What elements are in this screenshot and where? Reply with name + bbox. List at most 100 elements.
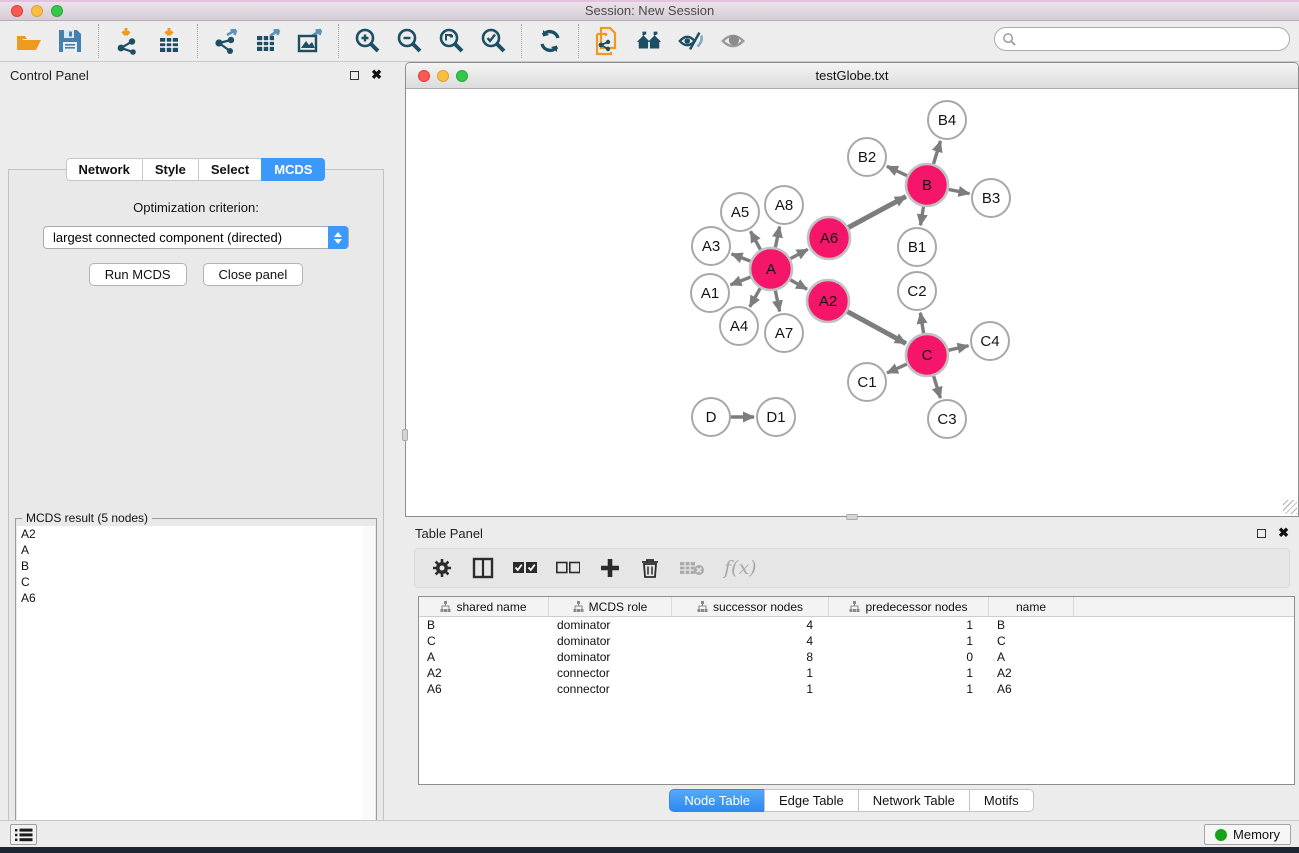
home-button[interactable] [635,27,663,55]
export-image-button[interactable] [296,27,324,55]
unselect-all-columns-button[interactable] [556,561,580,575]
mcds-result-item[interactable]: A6 [17,590,362,606]
column-header-MCDS-role[interactable]: MCDS role [549,597,672,616]
graph-edge-B-B3[interactable] [948,189,970,193]
graph-edge-C-C2[interactable] [920,313,923,335]
graph-edge-A-A8[interactable] [775,227,779,249]
run-mcds-button[interactable]: Run MCDS [89,263,187,286]
cell-shared-name[interactable]: B [419,617,549,633]
graph-edge-B-B2[interactable] [887,166,908,176]
cell-shared-name[interactable]: A2 [419,665,549,681]
graph-node-B[interactable]: B [906,164,948,206]
import-table-button[interactable] [155,27,183,55]
zoom-selected-button[interactable] [479,27,507,55]
search-input[interactable] [1017,32,1289,46]
graph-node-C3[interactable]: C3 [928,400,966,438]
graph-node-C1[interactable]: C1 [848,363,886,401]
tab-mcds[interactable]: MCDS [261,158,325,181]
column-header-shared-name[interactable]: shared name [419,597,549,616]
mcds-result-item[interactable]: A [17,542,362,558]
cell-MCDS-role[interactable]: dominator [549,633,672,649]
graph-edge-A2-C[interactable] [846,311,905,343]
graph-edge-C-C3[interactable] [933,375,940,398]
graph-edge-A-A5[interactable] [751,231,761,250]
window-resize-grip[interactable] [1283,500,1297,514]
mcds-result-item[interactable]: C [17,574,362,590]
graph-node-A8[interactable]: A8 [765,186,803,224]
graph-node-A3[interactable]: A3 [692,227,730,265]
cell-predecessor-nodes[interactable]: 1 [829,665,989,681]
network-minimize-button[interactable] [437,70,449,82]
column-header-successor-nodes[interactable]: successor nodes [672,597,829,616]
close-panel-button[interactable]: Close panel [203,263,304,286]
graph-edge-C-C1[interactable] [887,364,908,373]
graph-node-A6[interactable]: A6 [808,217,850,259]
zoom-fit-button[interactable] [437,27,465,55]
graph-node-C2[interactable]: C2 [898,272,936,310]
graph-edge-A-A6[interactable] [790,249,808,259]
open-file-button[interactable] [14,27,42,55]
table-row-A2[interactable]: A2connector11A2 [419,665,1294,681]
graph-edge-A-A2[interactable] [789,279,807,289]
splitter-grip-left[interactable] [402,429,408,441]
graph-edge-C-C4[interactable] [947,346,968,351]
memory-button[interactable]: Memory [1204,824,1291,845]
function-builder-button[interactable]: f(x) [724,557,757,579]
graph-node-B4[interactable]: B4 [928,101,966,139]
column-header-name[interactable]: name [989,597,1074,616]
tab-motifs[interactable]: Motifs [969,789,1034,812]
table-row-A[interactable]: Adominator80A [419,649,1294,665]
graph-node-D[interactable]: D [692,398,730,436]
cell-MCDS-role[interactable]: dominator [549,617,672,633]
graph-node-A5[interactable]: A5 [721,193,759,231]
close-table-panel-icon[interactable]: ✖ [1278,525,1289,541]
network-close-button[interactable] [418,70,430,82]
save-session-button[interactable] [56,27,84,55]
cell-name[interactable]: A [989,649,1074,665]
delete-table-button[interactable] [679,559,705,577]
apply-layout-button[interactable] [536,27,564,55]
graph-node-C[interactable]: C [906,334,948,376]
import-network-button[interactable] [113,27,141,55]
cell-successor-nodes[interactable]: 4 [672,633,829,649]
show-columns-button[interactable] [472,557,494,579]
tab-edge-table[interactable]: Edge Table [764,789,859,812]
graph-node-C4[interactable]: C4 [971,322,1009,360]
export-network-button[interactable] [212,27,240,55]
result-scrollbar[interactable] [362,526,375,853]
cell-MCDS-role[interactable]: connector [549,681,672,697]
graph-node-B3[interactable]: B3 [972,179,1010,217]
tab-network[interactable]: Network [66,158,143,181]
create-column-button[interactable] [599,557,621,579]
graph-edge-A-A7[interactable] [775,290,779,312]
mcds-result-item[interactable]: A2 [17,526,362,542]
tab-node-table[interactable]: Node Table [669,789,765,812]
table-row-A6[interactable]: A6connector11A6 [419,681,1294,697]
cell-predecessor-nodes[interactable]: 1 [829,681,989,697]
criterion-dropdown[interactable]: largest connected component (directed) [43,226,349,249]
graph-edge-A6-B[interactable] [847,196,905,228]
float-table-panel-icon[interactable] [1257,529,1266,538]
graph-node-A2[interactable]: A2 [807,280,849,322]
network-canvas[interactable]: B4B2BB3A8A5A6A3B1AA1C2A2A4A7C4CC1DD1C3 [406,89,1298,515]
mcds-result-list[interactable]: A2ABCA6 [17,526,363,853]
cell-successor-nodes[interactable]: 8 [672,649,829,665]
mcds-result-item[interactable]: B [17,558,362,574]
show-graphics-details-button[interactable] [719,27,747,55]
graph-node-B2[interactable]: B2 [848,138,886,176]
cell-shared-name[interactable]: A6 [419,681,549,697]
graph-edge-A-A4[interactable] [750,287,761,307]
table-row-B[interactable]: Bdominator41B [419,617,1294,633]
tab-select[interactable]: Select [198,158,262,181]
close-panel-icon[interactable]: ✖ [371,67,382,83]
network-maximize-button[interactable] [456,70,468,82]
tab-style[interactable]: Style [142,158,199,181]
cell-name[interactable]: A6 [989,681,1074,697]
graph-edge-B-B1[interactable] [921,206,924,226]
cell-predecessor-nodes[interactable]: 1 [829,633,989,649]
cell-shared-name[interactable]: A [419,649,549,665]
export-table-button[interactable] [254,27,282,55]
graph-edge-A-A3[interactable] [732,254,752,262]
table-settings-button[interactable] [431,557,453,579]
tab-network-table[interactable]: Network Table [858,789,970,812]
